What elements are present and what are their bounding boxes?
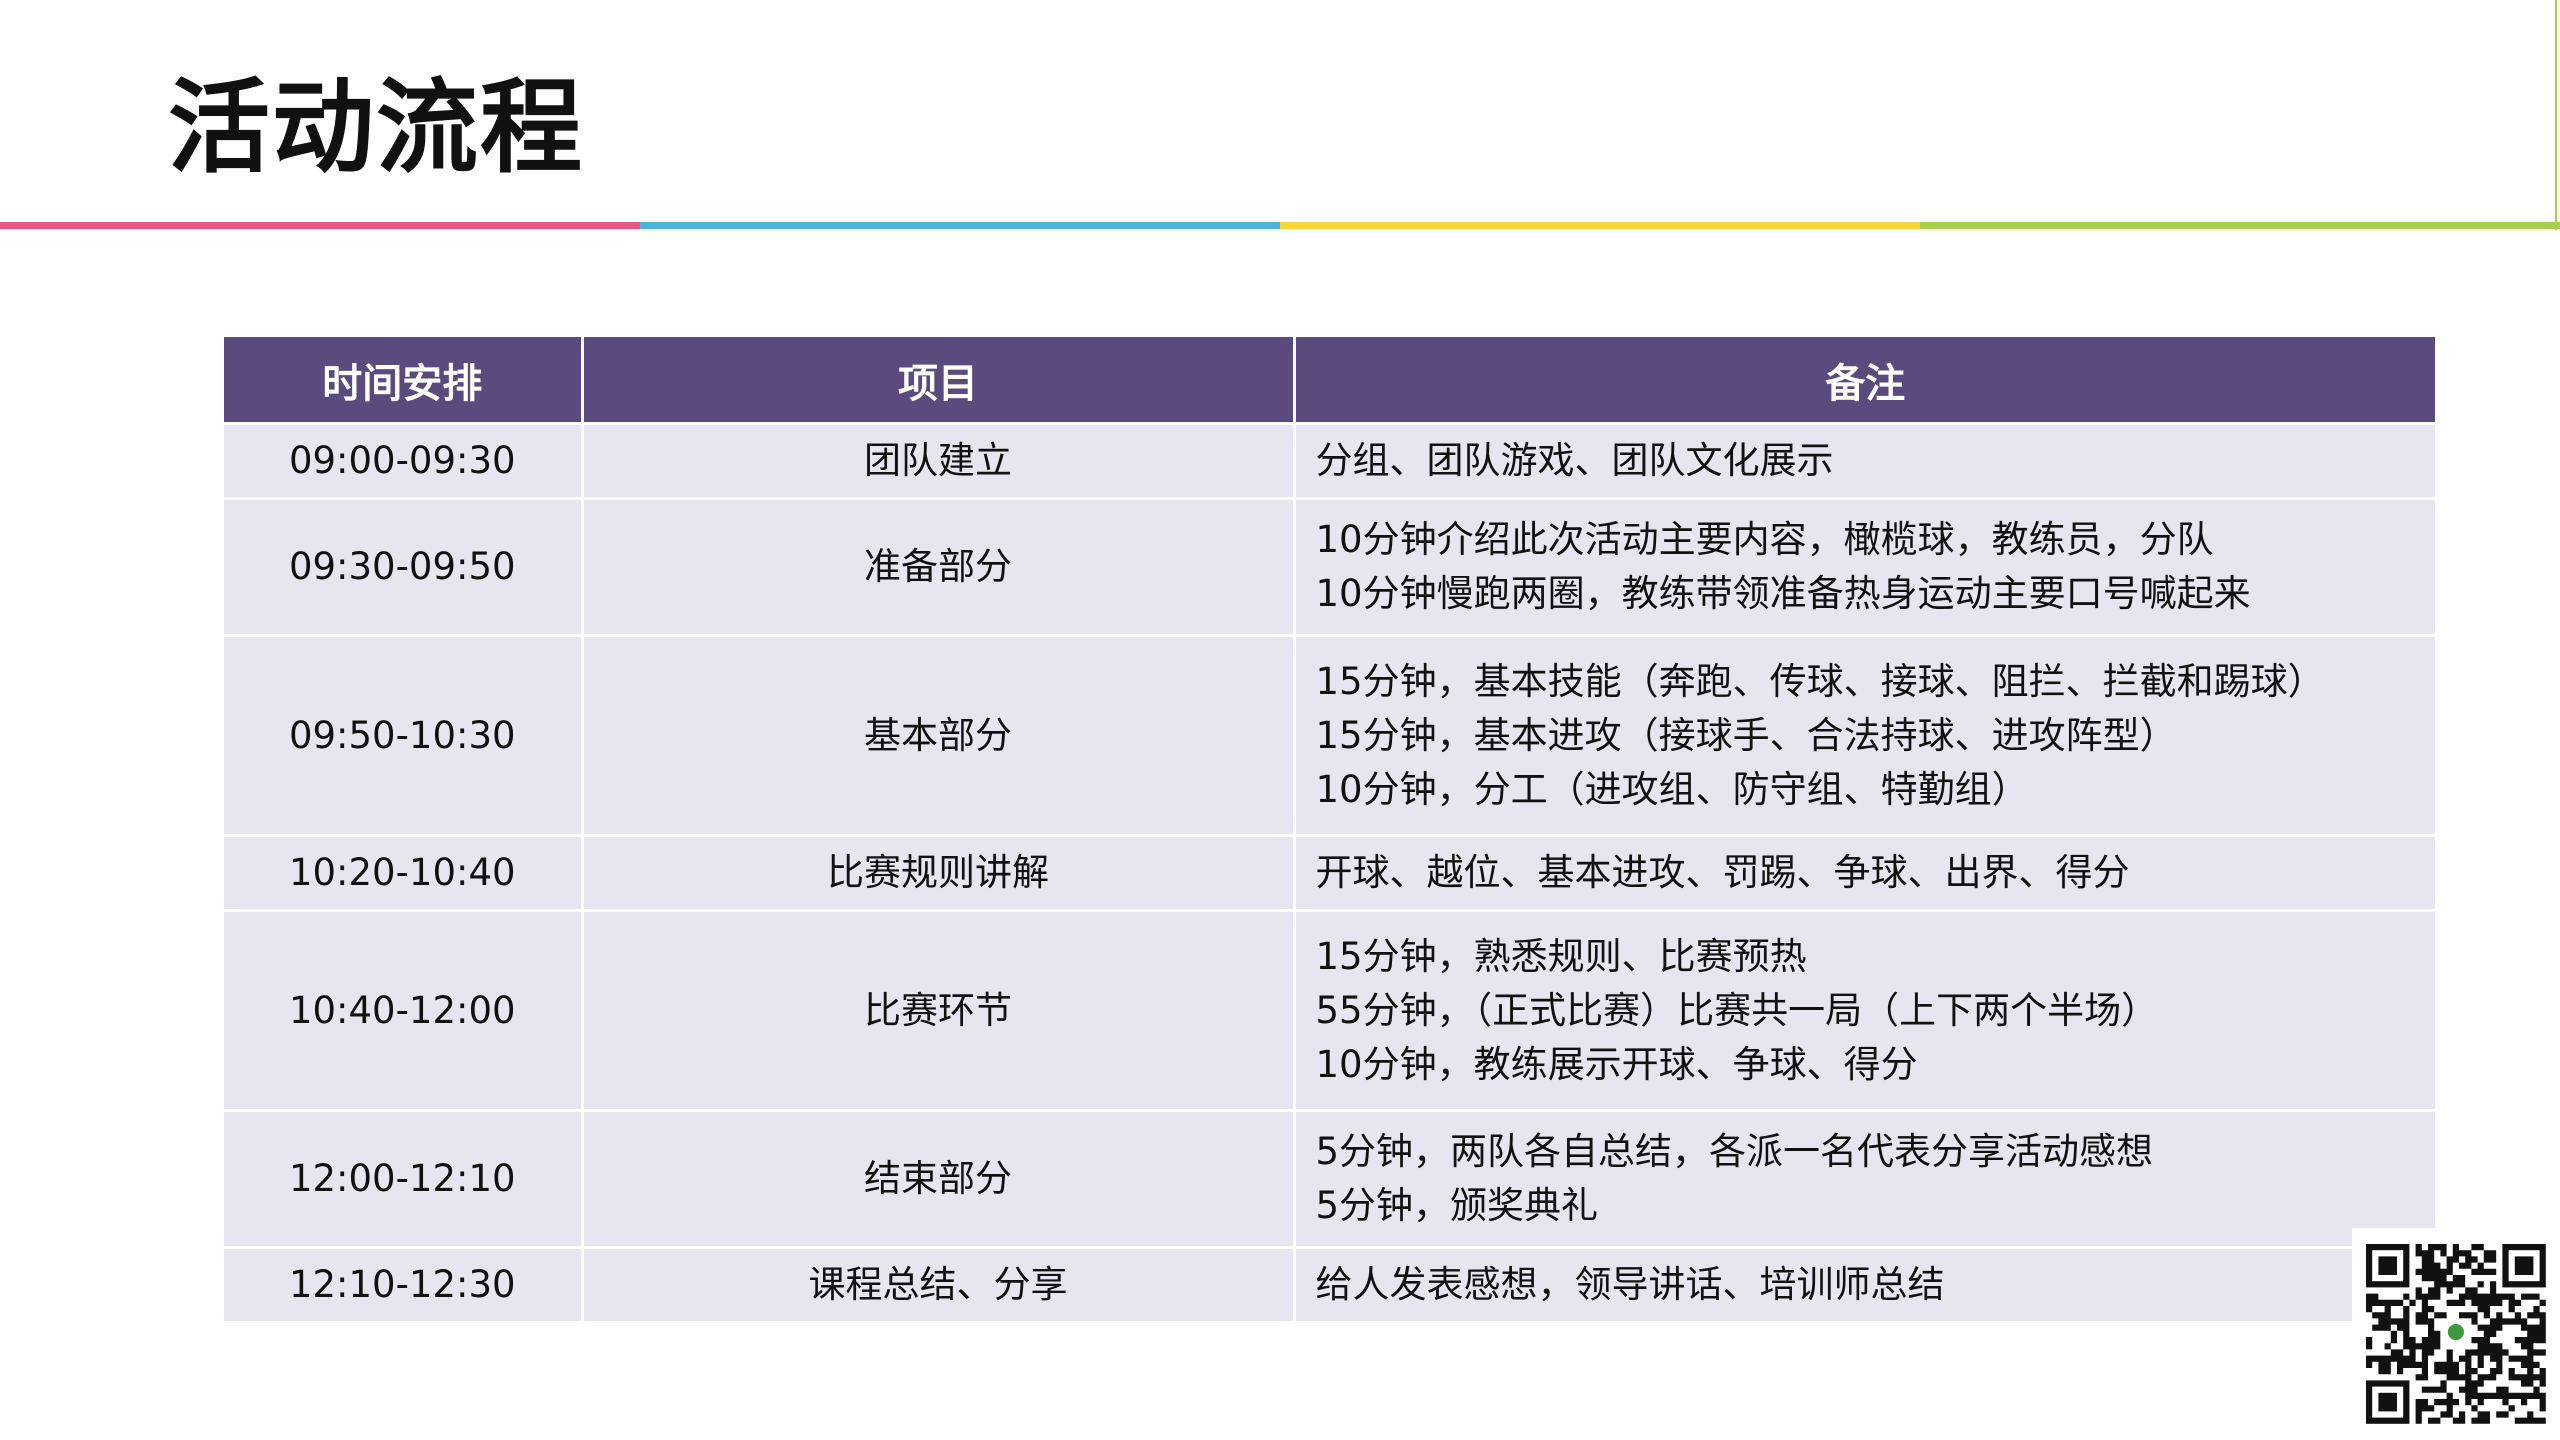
title-underline-blue (640, 222, 1280, 229)
cell-time: 12:10-12:30 (224, 1247, 582, 1324)
note-line: 10分钟慢跑两圈，教练带领准备热身运动主要口号喊起来 (1315, 572, 2251, 615)
cell-notes: 15分钟，熟悉规则、比赛预热 55分钟，（正式比赛）比赛共一局（上下两个半场） 10… (1292, 910, 2435, 1112)
title-underline-pink (0, 222, 640, 229)
cell-time: 09:30-09:50 (224, 498, 582, 637)
cell-notes: 分组、团队游戏、团队文化展示 (1292, 423, 2435, 500)
cell-notes: 开球、越位、基本进攻、罚踢、争球、出界、得分 (1292, 835, 2435, 912)
cell-item: 比赛环节 (580, 910, 1294, 1112)
note-line: 55分钟，（正式比赛）比赛共一局（上下两个半场） (1315, 988, 2159, 1032)
column-header-notes: 备注 (1292, 337, 2435, 425)
cell-time: 09:00-09:30 (224, 423, 582, 500)
qr-code-icon (2366, 1244, 2546, 1424)
table-header-row: 时间安排 项目 备注 (224, 337, 2435, 425)
cell-item: 准备部分 (580, 498, 1294, 637)
note-line: 10分钟，教练展示开球、争球、得分 (1315, 1042, 1918, 1086)
cell-notes: 给人发表感想，领导讲话、培训师总结 (1292, 1247, 2435, 1324)
title-underline-yellow (1280, 222, 1920, 229)
cell-notes: 15分钟，基本技能（奔跑、传球、接球、阻拦、拦截和踢球） 15分钟，基本进攻（接球… (1292, 635, 2435, 837)
cell-item: 比赛规则讲解 (580, 835, 1294, 912)
cell-time: 10:20-10:40 (224, 835, 582, 912)
cell-time: 12:00-12:10 (224, 1110, 582, 1249)
column-header-time: 时间安排 (224, 337, 582, 425)
note-line: 5分钟，颁奖典礼 (1315, 1184, 1599, 1227)
qr-code (2352, 1228, 2560, 1440)
cell-item: 课程总结、分享 (580, 1247, 1294, 1324)
note-line: 分组、团队游戏、团队文化展示 (1315, 439, 1834, 482)
note-line: 15分钟，基本进攻（接球手、合法持球、进攻阵型） (1315, 713, 2177, 757)
note-line: 15分钟，基本技能（奔跑、传球、接球、阻拦、拦截和踢球） (1315, 659, 2325, 703)
cell-time: 09:50-10:30 (224, 635, 582, 837)
title-underline-green (1920, 222, 2560, 229)
note-line: 给人发表感想，领导讲话、培训师总结 (1315, 1263, 1945, 1306)
table-row: 09:50-10:30 基本部分 15分钟，基本技能（奔跑、传球、接球、阻拦、拦截和… (224, 635, 2435, 837)
cell-notes: 5分钟，两队各自总结，各派一名代表分享活动感想 5分钟，颁奖典礼 (1292, 1110, 2435, 1249)
cell-notes: 10分钟介绍此次活动主要内容，橄榄球，教练员，分队 10分钟慢跑两圈，教练带领准备… (1292, 498, 2435, 637)
table-row: 10:20-10:40 比赛规则讲解 开球、越位、基本进攻、罚踢、争球、出界、得分 (224, 835, 2435, 912)
note-line: 5分钟，两队各自总结，各派一名代表分享活动感想 (1315, 1130, 2154, 1173)
table-row: 10:40-12:00 比赛环节 15分钟，熟悉规则、比赛预热 55分钟，（正式比赛）… (224, 910, 2435, 1112)
cell-item: 团队建立 (580, 423, 1294, 500)
note-line: 开球、越位、基本进攻、罚踢、争球、出界、得分 (1315, 851, 2130, 894)
slide-edge-divider (2555, 0, 2557, 230)
note-line: 10分钟，分工（进攻组、防守组、特勤组） (1315, 767, 2029, 811)
table-row: 09:00-09:30 团队建立 分组、团队游戏、团队文化展示 (224, 423, 2435, 500)
page-title: 活动流程 (168, 69, 584, 188)
note-line: 10分钟介绍此次活动主要内容，橄榄球，教练员，分队 (1315, 518, 2214, 561)
slide: 活动流程 时间安排 项目 备注 09:00-09:30 团队建立 分组、团队游戏、团… (0, 0, 2560, 1440)
table-row: 09:30-09:50 准备部分 10分钟介绍此次活动主要内容，橄榄球，教练员，分队… (224, 498, 2435, 637)
table-row: 12:00-12:10 结束部分 5分钟，两队各自总结，各派一名代表分享活动感想 5分… (224, 1110, 2435, 1249)
schedule-table: 时间安排 项目 备注 09:00-09:30 团队建立 分组、团队游戏、团队文化展示… (224, 337, 2435, 1324)
cell-item: 基本部分 (580, 635, 1294, 837)
cell-time: 10:40-12:00 (224, 910, 582, 1112)
column-header-item: 项目 (580, 337, 1294, 425)
table-row: 12:10-12:30 课程总结、分享 给人发表感想，领导讲话、培训师总结 (224, 1247, 2435, 1324)
cell-item: 结束部分 (580, 1110, 1294, 1249)
note-line: 15分钟，熟悉规则、比赛预热 (1315, 934, 1807, 978)
